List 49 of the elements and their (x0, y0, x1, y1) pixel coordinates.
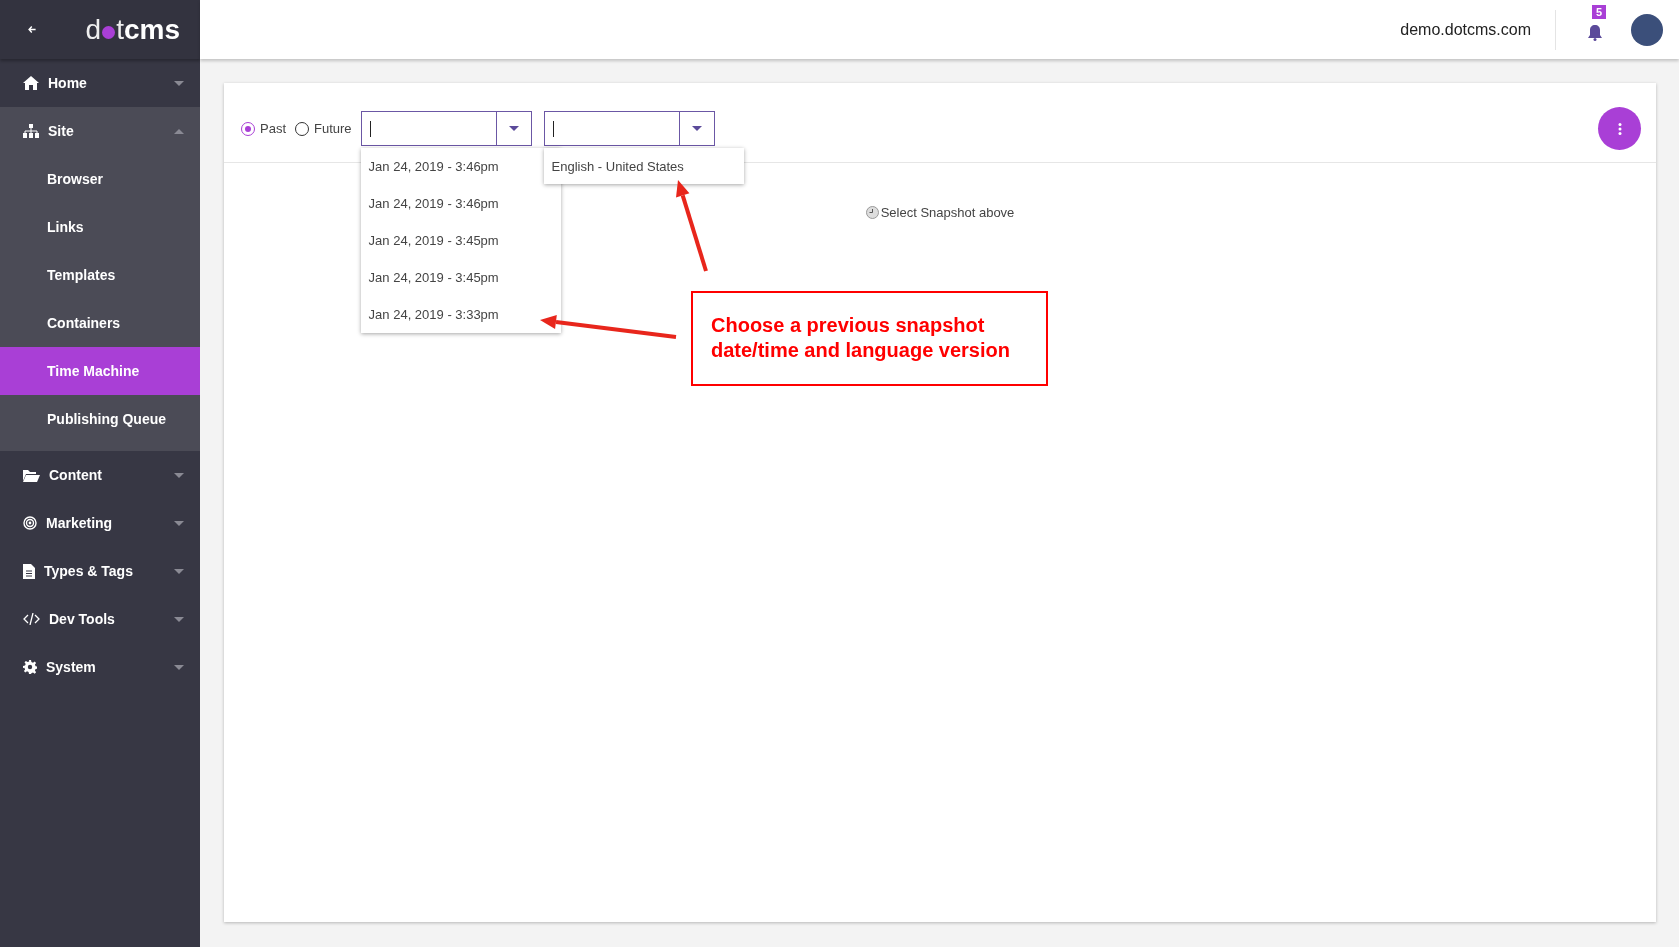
document-icon (23, 563, 35, 579)
clock-icon (865, 206, 879, 219)
radio-option[interactable]: Past (241, 121, 286, 136)
caret-icon (174, 520, 184, 526)
dropdown-field[interactable] (543, 111, 715, 146)
empty-state-text: Select Snapshot above (880, 205, 1015, 220)
sidebar-item[interactable]: Content (0, 451, 200, 499)
user-avatar[interactable] (1631, 13, 1663, 46)
more-icon (1617, 122, 1622, 135)
caret-icon (174, 616, 184, 622)
sidebar-item[interactable]: Marketing (0, 499, 200, 547)
bell-icon[interactable] (1588, 24, 1602, 41)
dropdown-option[interactable]: English - United States (543, 148, 744, 184)
sidebar-subitem[interactable]: Publishing Queue (0, 395, 200, 443)
home-icon (23, 76, 39, 90)
sidebar-item[interactable]: Dev Tools (0, 595, 200, 643)
sidebar-item[interactable]: Types & Tags (0, 547, 200, 595)
radio-option[interactable]: Future (295, 121, 352, 136)
logo: d tcms (85, 13, 180, 46)
sitemap-icon (23, 124, 39, 138)
sidebar-item[interactable]: System (0, 643, 200, 691)
caret-icon (174, 80, 184, 86)
caret-icon (174, 568, 184, 574)
folder-icon (23, 468, 40, 482)
caret-icon (174, 664, 184, 670)
sidebar-subitem[interactable]: Templates (0, 251, 200, 299)
sidebar-subitem[interactable]: Containers (0, 299, 200, 347)
sidebar-item[interactable]: Site (0, 107, 200, 155)
code-icon (23, 613, 40, 625)
site-name[interactable]: demo.dotcms.com (1400, 9, 1556, 50)
back-arrow-icon[interactable] (28, 23, 36, 36)
target-icon (23, 516, 37, 530)
sidebar-subitem[interactable]: Time Machine (0, 347, 200, 395)
caret-icon (174, 472, 184, 478)
caret-icon (691, 126, 702, 131)
caret-icon (508, 126, 519, 131)
annotation-callout: Choose a previous snapshot date/time and language version (691, 291, 1048, 386)
dropdown-field[interactable] (360, 111, 532, 146)
sidebar-subitem[interactable]: Links (0, 203, 200, 251)
more-options-button[interactable] (1598, 107, 1641, 150)
sidebar-item[interactable]: Home (0, 59, 200, 107)
notification-badge: 5 (1592, 4, 1607, 19)
caret-icon (174, 128, 184, 134)
sidebar-subitem[interactable]: Browser (0, 155, 200, 203)
dropdown-option[interactable]: Jan 24, 2019 - 3:33pm (360, 296, 561, 333)
settings-icon (23, 660, 37, 674)
dropdown-option[interactable]: Jan 24, 2019 - 3:46pm (360, 185, 561, 222)
dropdown-option[interactable]: Jan 24, 2019 - 3:45pm (360, 259, 561, 296)
dropdown-option[interactable]: Jan 24, 2019 - 3:45pm (360, 222, 561, 259)
